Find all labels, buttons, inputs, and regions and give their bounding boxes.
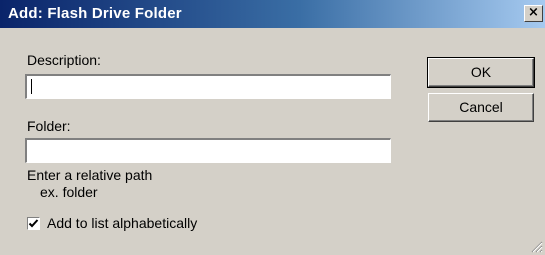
dialog-window: Add: Flash Drive Folder × Description: F… <box>0 0 545 255</box>
title-bar[interactable]: Add: Flash Drive Folder × <box>0 0 545 28</box>
description-label: Description: <box>27 52 101 68</box>
alphabetical-checkbox[interactable] <box>27 217 40 230</box>
text-caret <box>31 79 32 94</box>
description-input[interactable] <box>25 74 391 99</box>
hint-line-1: Enter a relative path <box>27 167 153 183</box>
folder-input[interactable] <box>25 138 391 163</box>
cancel-button[interactable]: Cancel <box>428 93 534 122</box>
hint-line-2: ex. folder <box>40 184 98 200</box>
ok-button[interactable]: OK <box>427 57 535 88</box>
close-icon: × <box>528 5 539 20</box>
folder-label: Folder: <box>27 118 71 134</box>
close-button[interactable]: × <box>524 5 543 22</box>
alphabetical-checkbox-label[interactable]: Add to list alphabetically <box>47 215 197 231</box>
checkmark-icon <box>28 219 39 228</box>
resize-grip-icon[interactable] <box>530 240 543 253</box>
dialog-title: Add: Flash Drive Folder <box>8 5 182 22</box>
